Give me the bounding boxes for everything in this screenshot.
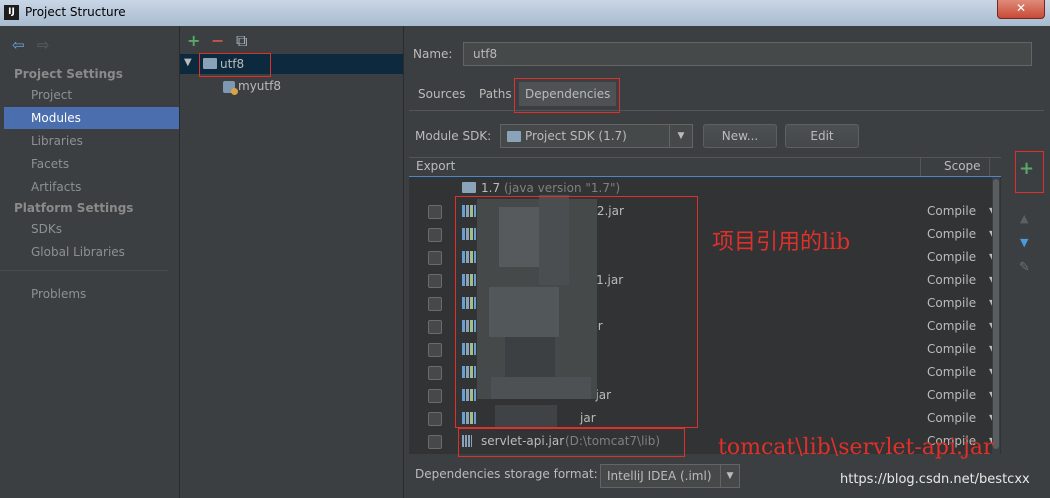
module-name-field[interactable]: utf8 bbox=[463, 42, 1032, 66]
tabs-underline bbox=[409, 110, 1044, 111]
header-divider-left bbox=[920, 158, 921, 176]
scope-value[interactable]: Compile bbox=[927, 250, 976, 264]
copy-module-icon[interactable]: ⧉ bbox=[236, 31, 247, 51]
move-down-icon[interactable]: ▼ bbox=[1020, 236, 1028, 249]
settings-nav-panel: ⇦ ⇨ Project Settings Project Modules Lib… bbox=[0, 26, 179, 498]
move-up-icon[interactable]: ▲ bbox=[1020, 212, 1028, 225]
export-checkbox[interactable] bbox=[428, 274, 442, 288]
dependencies-table-header: Export Scope bbox=[409, 157, 1001, 178]
scope-value[interactable]: Compile bbox=[927, 204, 976, 218]
scope-value[interactable]: Compile bbox=[927, 365, 976, 379]
tab-sources[interactable]: Sources bbox=[413, 82, 470, 106]
watermark: https://blog.csdn.net/bestcxx bbox=[840, 472, 1030, 487]
forward-arrow-icon[interactable]: ⇨ bbox=[37, 36, 50, 54]
export-checkbox[interactable] bbox=[428, 389, 442, 403]
sdk-folder-icon bbox=[507, 131, 521, 142]
header-divider-right bbox=[989, 158, 990, 176]
scope-value[interactable]: Compile bbox=[927, 388, 976, 402]
scope-value[interactable]: Compile bbox=[927, 342, 976, 356]
module-tree-panel: + − ⧉ ▼ utf8 myutf8 bbox=[179, 26, 404, 498]
new-sdk-button[interactable]: New... bbox=[703, 124, 777, 148]
export-checkbox[interactable] bbox=[428, 412, 442, 426]
storage-format-value: IntelliJ IDEA (.iml) bbox=[607, 469, 712, 483]
chevron-down-icon[interactable]: ▼ bbox=[720, 465, 739, 487]
tree-expand-toggle-icon[interactable]: ▼ bbox=[184, 57, 192, 68]
title-bar: IJ Project Structure ✕ bbox=[0, 0, 1050, 26]
export-checkbox[interactable] bbox=[428, 366, 442, 380]
nav-item-problems[interactable]: Problems bbox=[4, 283, 179, 305]
export-checkbox[interactable] bbox=[428, 343, 442, 357]
annotation-box-dependencies bbox=[514, 78, 620, 113]
nav-item-artifacts[interactable]: Artifacts bbox=[4, 176, 179, 198]
module-sdk-value: Project SDK (1.7) bbox=[525, 129, 627, 143]
scope-value[interactable]: Compile bbox=[927, 273, 976, 287]
chevron-down-icon[interactable]: ▼ bbox=[669, 125, 692, 147]
name-label: Name: bbox=[413, 47, 453, 61]
remove-module-icon[interactable]: − bbox=[211, 31, 224, 50]
export-checkbox[interactable] bbox=[428, 435, 442, 449]
scrollbar-thumb[interactable] bbox=[993, 179, 999, 449]
nav-item-facets[interactable]: Facets bbox=[4, 153, 179, 175]
scope-value[interactable]: Compile bbox=[927, 319, 976, 333]
add-dependency-icon[interactable]: + bbox=[1019, 158, 1034, 179]
annotation-servlet-text: tomcat\lib\servlet-api.jar bbox=[718, 435, 994, 460]
storage-format-select[interactable]: IntelliJ IDEA (.iml) ▼ bbox=[600, 464, 740, 488]
nav-item-modules[interactable]: Modules bbox=[4, 107, 179, 129]
jdk-name: 1.7 bbox=[481, 181, 501, 195]
jdk-folder-icon bbox=[462, 182, 476, 193]
scope-value[interactable]: Compile bbox=[927, 296, 976, 310]
export-checkbox[interactable] bbox=[428, 251, 442, 265]
annotation-box-libs bbox=[455, 196, 698, 428]
jdk-detail: (java version "1.7") bbox=[504, 181, 621, 195]
export-checkbox[interactable] bbox=[428, 205, 442, 219]
module-folder-icon bbox=[203, 58, 217, 69]
export-column-header[interactable]: Export bbox=[416, 159, 455, 173]
module-sdk-label: Module SDK: bbox=[415, 129, 492, 143]
platform-settings-header: Platform Settings bbox=[14, 201, 134, 215]
facet-badge-icon bbox=[231, 88, 238, 95]
export-checkbox[interactable] bbox=[428, 297, 442, 311]
nav-item-sdks[interactable]: SDKs bbox=[4, 218, 179, 240]
tree-child-facet[interactable]: myutf8 bbox=[238, 79, 281, 93]
tree-root-module[interactable]: utf8 bbox=[220, 57, 244, 71]
table-scrollbar[interactable] bbox=[992, 177, 1000, 454]
scope-value[interactable]: Compile bbox=[927, 411, 976, 425]
scope-column-header[interactable]: Scope bbox=[944, 159, 981, 173]
edit-dependency-icon[interactable]: ✎ bbox=[1019, 260, 1030, 275]
storage-format-label: Dependencies storage format: bbox=[415, 467, 598, 481]
add-module-icon[interactable]: + bbox=[187, 31, 200, 50]
tab-paths[interactable]: Paths bbox=[474, 82, 517, 106]
window-title: Project Structure bbox=[25, 5, 126, 19]
project-settings-header: Project Settings bbox=[14, 67, 123, 81]
module-sdk-select[interactable]: Project SDK (1.7) ▼ bbox=[500, 124, 693, 148]
scope-value[interactable]: Compile bbox=[927, 227, 976, 241]
nav-item-global-libraries[interactable]: Global Libraries bbox=[4, 241, 179, 263]
intellij-app-icon: IJ bbox=[4, 5, 19, 20]
module-name-value: utf8 bbox=[473, 47, 498, 61]
nav-divider bbox=[0, 270, 168, 271]
nav-item-libraries[interactable]: Libraries bbox=[4, 130, 179, 152]
export-checkbox[interactable] bbox=[428, 228, 442, 242]
annotation-box-servlet bbox=[458, 428, 685, 457]
back-arrow-icon[interactable]: ⇦ bbox=[12, 36, 25, 54]
nav-item-project[interactable]: Project bbox=[4, 84, 179, 106]
export-checkbox[interactable] bbox=[428, 320, 442, 334]
annotation-libs-text: 项目引用的lib bbox=[712, 230, 851, 255]
close-button[interactable]: ✕ bbox=[997, 0, 1045, 19]
edit-sdk-button[interactable]: Edit bbox=[785, 124, 859, 148]
